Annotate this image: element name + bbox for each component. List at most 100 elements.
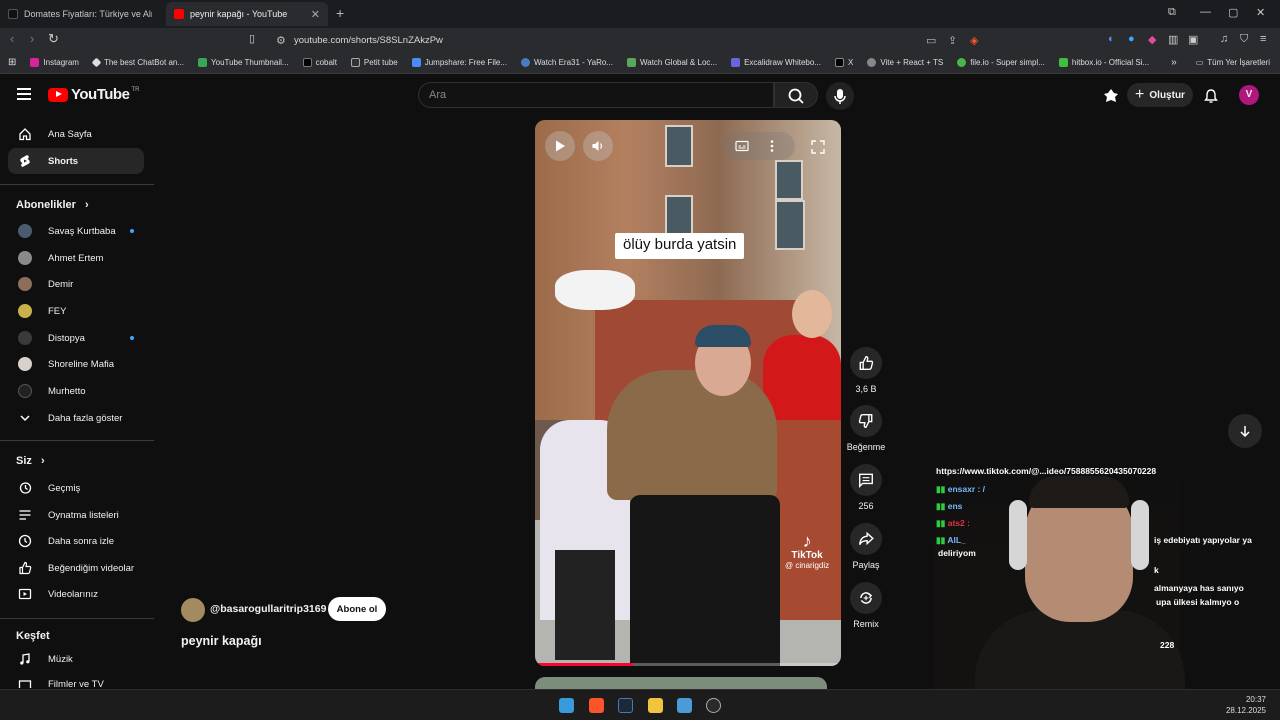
sidebar-item-liked[interactable]: Beğendiğim videolar — [8, 555, 144, 581]
search-button[interactable] — [774, 82, 818, 108]
subscribe-button[interactable]: Abone ol — [328, 597, 386, 621]
sidebar-item-channel[interactable]: Demir — [8, 271, 144, 297]
shorts-video-player[interactable]: ölüy burda yatsin ♪ TikTok @ cinarigdiz — [535, 120, 841, 666]
sidebar-item-channel[interactable]: Murhetto — [8, 378, 144, 404]
sidebar-item-your-videos[interactable]: Videolarınız — [8, 581, 144, 607]
video-progress-bar[interactable] — [535, 663, 841, 666]
section-title: Abonelikler — [16, 199, 76, 211]
youtube-logo[interactable]: YouTube TR — [48, 86, 139, 103]
steam-icon[interactable] — [618, 698, 633, 713]
bookmark-item[interactable]: Vite + React + TS — [867, 58, 943, 67]
notifications-bell-icon[interactable] — [1203, 88, 1219, 104]
brave-shield-icon[interactable]: ◈ — [970, 34, 978, 47]
brave-browser-icon[interactable] — [589, 698, 604, 713]
sidebar-item-channel[interactable]: FEY — [8, 298, 144, 324]
apps-grid-icon[interactable]: ⊞ — [8, 57, 16, 68]
volume-button[interactable] — [583, 131, 613, 161]
close-tab-icon[interactable]: ✕ — [311, 8, 320, 21]
bookmark-item[interactable]: Excalidraw Whitebo... — [731, 58, 821, 67]
dislike-button[interactable]: Beğenme — [842, 405, 890, 452]
sidebar-item-label: Ahmet Ertem — [48, 252, 104, 264]
comment-count: 256 — [858, 501, 874, 511]
sidebar-item-channel[interactable]: Distopya — [8, 325, 144, 351]
sidebar-item-channel[interactable]: Savaş Kurtbaba — [8, 218, 144, 244]
more-vertical-icon[interactable] — [769, 139, 775, 153]
all-bookmarks[interactable]: ▭ Tüm Yer İşaretleri — [1196, 58, 1270, 67]
sidebar-item-home[interactable]: Ana Sayfa — [8, 121, 144, 147]
sidebar-item-history[interactable]: Geçmiş — [8, 475, 144, 501]
bookmark-item[interactable]: Watch Global & Loc... — [626, 58, 717, 67]
sidebar-toggle-icon[interactable]: ▥ — [1168, 33, 1178, 46]
close-window-icon[interactable]: ✕ — [1256, 6, 1265, 19]
photos-icon[interactable] — [677, 698, 692, 713]
sidebar-item-watch-later[interactable]: Daha sonra izle — [8, 528, 144, 554]
sidebar-item-shorts[interactable]: Shorts — [8, 148, 144, 174]
sidebar-item-playlists[interactable]: Oynatma listeleri — [8, 502, 144, 528]
site-info-icon[interactable]: ⚙ — [276, 34, 286, 47]
bookmark-item[interactable]: The best ChatBot an... — [91, 57, 184, 68]
studio-icon[interactable] — [1103, 88, 1119, 104]
you-heading[interactable]: Siz › — [16, 455, 45, 467]
comments-button[interactable]: 256 — [846, 464, 886, 511]
bookmark-item[interactable]: Watch Era31 - YaRo... — [520, 58, 613, 67]
microphone-icon — [834, 89, 846, 104]
sidebar-item-music[interactable]: Müzik — [8, 646, 144, 672]
sidebar-item-movies[interactable]: Filmler ve TV — [8, 673, 144, 688]
like-button[interactable]: 3,6 B — [846, 347, 886, 394]
bookmark-item[interactable]: file.io - Super simpl... — [957, 58, 1045, 67]
system-clock[interactable]: 20:37 28.12.2025 — [1226, 694, 1266, 716]
share-circle — [850, 523, 882, 555]
file-explorer-icon[interactable] — [648, 698, 663, 713]
bookmark-item[interactable]: cobalt — [302, 58, 337, 67]
music-icon[interactable]: ♫ — [1220, 33, 1228, 45]
remix-button[interactable]: Remix — [846, 582, 886, 629]
maximize-icon[interactable]: ▢ — [1228, 6, 1238, 19]
reload-icon[interactable]: ↻ — [48, 31, 59, 47]
shield-icon[interactable]: ⛉ — [1240, 33, 1248, 46]
bookmark-item[interactable]: Instagram — [30, 58, 79, 67]
vpn-icon[interactable]: ● — [1128, 33, 1135, 45]
create-button[interactable]: + Oluştur — [1127, 83, 1193, 107]
browser-tab-youtube[interactable]: peynir kapağı - YouTube ✕ — [166, 2, 328, 26]
windows-start-icon[interactable] — [559, 698, 574, 713]
bookmark-item[interactable]: hitbox.io - Official Si... — [1058, 58, 1149, 67]
share-icon[interactable]: ⇪ — [948, 34, 957, 47]
extensions-icon[interactable]: ⧉ — [1168, 6, 1176, 19]
subscriptions-heading[interactable]: Abonelikler › — [16, 199, 89, 211]
forward-icon[interactable]: › — [30, 31, 34, 46]
bookmark-item[interactable]: Jumpshare: Free File... — [411, 58, 507, 67]
bookmark-item[interactable]: Petit tube — [350, 58, 398, 67]
bookmark-icon[interactable]: ▯ — [249, 32, 255, 45]
more-bookmarks-icon[interactable]: » — [1171, 57, 1177, 68]
hamburger-menu-icon[interactable] — [17, 88, 31, 100]
extension-icon[interactable]: ◆ — [1148, 33, 1156, 46]
voice-search-button[interactable] — [826, 82, 854, 110]
new-tab-icon[interactable]: + — [336, 5, 344, 21]
back-icon[interactable]: ‹ — [10, 31, 14, 46]
thumbs-up-icon — [859, 356, 874, 370]
wallet-icon[interactable]: ▣ — [1188, 33, 1198, 46]
show-more-button[interactable]: Daha fazla göster — [8, 405, 144, 431]
sidebar-item-channel[interactable]: Shoreline Mafia — [8, 351, 144, 377]
channel-handle[interactable]: @basarogullaritrip3169 — [210, 603, 326, 615]
ai-icon[interactable]: ◐ — [1108, 33, 1115, 45]
cast-icon[interactable]: ▭ — [926, 34, 936, 47]
obs-icon[interactable] — [706, 698, 721, 713]
next-video-button[interactable] — [1228, 414, 1262, 448]
browser-tab-tomato[interactable]: Domates Fiyatları: Türkiye ve Almany — [0, 2, 160, 26]
address-bar[interactable]: ⚙ youtube.com/shorts/S8SLnZAkzPw ▭ ⇪ ◈ — [266, 30, 996, 50]
channel-avatar[interactable] — [181, 598, 205, 622]
fullscreen-icon[interactable] — [811, 140, 825, 154]
minimize-icon[interactable]: — — [1200, 6, 1211, 18]
bookmark-item[interactable]: X — [834, 58, 853, 67]
search-input[interactable]: Ara — [418, 82, 774, 108]
bookmark-item[interactable]: YouTube Thumbnail... — [198, 58, 289, 67]
account-avatar[interactable]: V — [1239, 85, 1259, 105]
video-title[interactable]: peynir kapağı — [181, 634, 262, 648]
play-button[interactable] — [545, 131, 575, 161]
menu-icon[interactable]: ≡ — [1260, 33, 1266, 45]
sidebar-item-channel[interactable]: Ahmet Ertem — [8, 245, 144, 271]
share-button[interactable]: Paylaş — [846, 523, 886, 570]
channel-avatar — [18, 304, 32, 318]
captions-icon[interactable] — [735, 139, 749, 153]
